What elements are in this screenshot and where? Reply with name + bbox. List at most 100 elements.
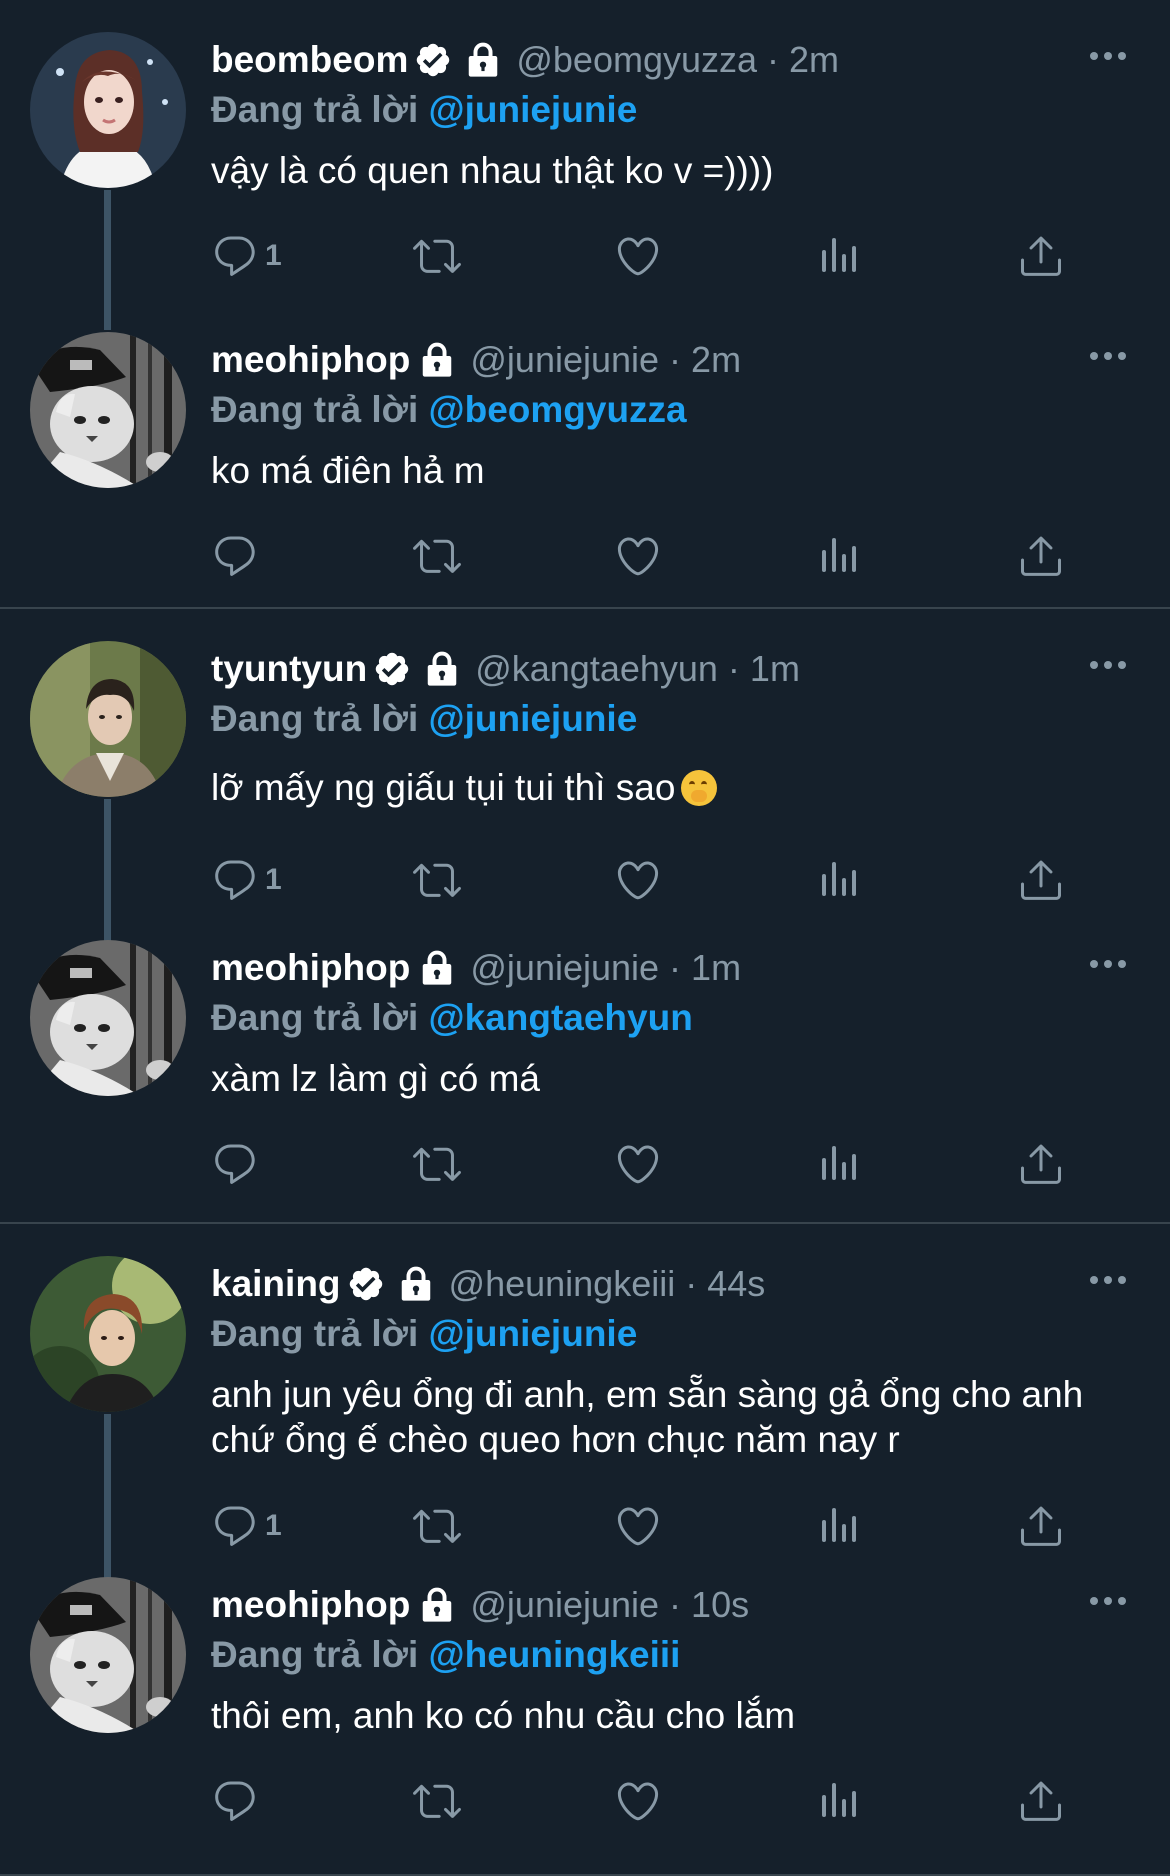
- tweet-text-container: lỡ mấy ng giấu tụi tui thì sao: [211, 765, 1130, 810]
- reply-icon: [211, 856, 259, 904]
- like-button[interactable]: [614, 232, 724, 280]
- reply-mention-link[interactable]: @heuningkeiii: [429, 1634, 681, 1675]
- more-options-icon[interactable]: [1086, 36, 1130, 76]
- reply-button[interactable]: [211, 532, 321, 580]
- analytics-button[interactable]: [816, 856, 926, 904]
- like-button[interactable]: [614, 1777, 724, 1825]
- display-name[interactable]: tyuntyun: [211, 648, 367, 690]
- reply-count: 1: [265, 863, 282, 896]
- more-options-icon[interactable]: [1086, 1581, 1130, 1621]
- retweet-button[interactable]: [413, 1140, 523, 1188]
- like-button[interactable]: [614, 1502, 724, 1550]
- retweet-button[interactable]: [413, 1502, 523, 1550]
- timestamp[interactable]: 10s: [691, 1584, 749, 1626]
- display-name[interactable]: kaining: [211, 1263, 341, 1305]
- reply-button[interactable]: 1: [211, 1502, 321, 1550]
- share-button[interactable]: [1017, 232, 1065, 280]
- retweet-icon: [413, 232, 461, 280]
- tweet[interactable]: meohiphop @juniejunie · 2m Đang trả lời …: [0, 300, 1170, 600]
- handle[interactable]: @juniejunie: [470, 339, 659, 381]
- timestamp[interactable]: 2m: [789, 39, 839, 81]
- retweet-button[interactable]: [413, 532, 523, 580]
- display-name[interactable]: meohiphop: [211, 947, 410, 989]
- analytics-button[interactable]: [816, 1502, 926, 1550]
- avatar[interactable]: [30, 32, 186, 188]
- share-button[interactable]: [1017, 1502, 1065, 1550]
- handle[interactable]: @beomgyuzza: [516, 39, 757, 81]
- like-button[interactable]: [614, 532, 724, 580]
- avatar[interactable]: [30, 332, 186, 488]
- verified-badge-icon: [414, 41, 452, 79]
- timestamp[interactable]: 44s: [707, 1263, 765, 1305]
- separator-dot: ·: [669, 947, 682, 988]
- lock-icon: [464, 41, 502, 79]
- avatar[interactable]: [30, 641, 186, 797]
- analytics-button[interactable]: [816, 232, 926, 280]
- retweet-button[interactable]: [413, 1777, 523, 1825]
- reply-button[interactable]: [211, 1777, 321, 1825]
- reply-button[interactable]: 1: [211, 232, 321, 280]
- timestamp[interactable]: 1m: [750, 648, 800, 690]
- share-button[interactable]: [1017, 1777, 1065, 1825]
- bar-chart-icon: [816, 856, 864, 904]
- lock-icon: [418, 1586, 456, 1624]
- reply-button[interactable]: [211, 1140, 321, 1188]
- reply-prefix: Đang trả lời: [211, 698, 429, 739]
- tweet[interactable]: meohiphop @juniejunie · 10s Đang trả lời…: [0, 1569, 1170, 1869]
- reply-prefix: Đang trả lời: [211, 1313, 429, 1354]
- avatar-cat-bw-icon: [30, 1577, 186, 1733]
- reply-prefix: Đang trả lời: [211, 1634, 429, 1675]
- share-button[interactable]: [1017, 532, 1065, 580]
- more-options-icon[interactable]: [1086, 1260, 1130, 1300]
- more-options-icon[interactable]: [1086, 944, 1130, 984]
- avatar[interactable]: [30, 1577, 186, 1733]
- like-button[interactable]: [614, 856, 724, 904]
- share-button[interactable]: [1017, 856, 1065, 904]
- retweet-button[interactable]: [413, 856, 523, 904]
- share-icon: [1017, 232, 1065, 280]
- reply-mention-link[interactable]: @kangtaehyun: [429, 997, 693, 1038]
- reply-mention-link[interactable]: @juniejunie: [429, 89, 638, 130]
- timestamp[interactable]: 2m: [691, 339, 741, 381]
- reply-context: Đang trả lời @beomgyuzza: [211, 386, 1130, 434]
- display-name[interactable]: meohiphop: [211, 339, 410, 381]
- reply-prefix: Đang trả lời: [211, 89, 429, 130]
- reply-context: Đang trả lời @heuningkeiii: [211, 1631, 1130, 1679]
- tweet[interactable]: meohiphop @juniejunie · 1m Đang trả lời …: [0, 924, 1170, 1224]
- separator-dot: ·: [767, 39, 780, 80]
- retweet-icon: [413, 1777, 461, 1825]
- separator-dot: ·: [669, 1584, 682, 1625]
- retweet-icon: [413, 532, 461, 580]
- display-name[interactable]: beombeom: [211, 39, 408, 81]
- reply-icon: [211, 532, 259, 580]
- timestamp[interactable]: 1m: [691, 947, 741, 989]
- reply-mention-link[interactable]: @beomgyuzza: [429, 389, 687, 430]
- tweet[interactable]: kaining @heuningkeiii · 44s Đang trả lời…: [0, 1224, 1170, 1569]
- reply-icon: [211, 1777, 259, 1825]
- share-button[interactable]: [1017, 1140, 1065, 1188]
- reply-mention-link[interactable]: @juniejunie: [429, 1313, 638, 1354]
- reply-mention-link[interactable]: @juniejunie: [429, 698, 638, 739]
- handle[interactable]: @heuningkeiii: [449, 1263, 676, 1305]
- handle[interactable]: @juniejunie: [470, 947, 659, 989]
- tweet[interactable]: tyuntyun @kangtaehyun · 1m Đang trả lời …: [0, 609, 1170, 924]
- analytics-button[interactable]: [816, 1140, 926, 1188]
- display-name[interactable]: meohiphop: [211, 1584, 410, 1626]
- like-button[interactable]: [614, 1140, 724, 1188]
- avatar-cat-bw-icon: [30, 332, 186, 488]
- retweet-button[interactable]: [413, 232, 523, 280]
- avatar[interactable]: [30, 1256, 186, 1412]
- handle[interactable]: @kangtaehyun: [475, 648, 718, 690]
- avatar[interactable]: [30, 940, 186, 1096]
- action-bar: [211, 532, 1065, 580]
- conversation-group: tyuntyun @kangtaehyun · 1m Đang trả lời …: [0, 609, 1170, 1224]
- analytics-button[interactable]: [816, 1777, 926, 1825]
- reply-button[interactable]: 1: [211, 856, 321, 904]
- heart-icon: [614, 232, 662, 280]
- tweet[interactable]: beombeom @beomgyuzza · 2m Đang trả lời @…: [0, 0, 1170, 300]
- more-options-icon[interactable]: [1086, 336, 1130, 376]
- more-options-icon[interactable]: [1086, 645, 1130, 685]
- handle[interactable]: @juniejunie: [470, 1584, 659, 1626]
- lock-icon: [423, 650, 461, 688]
- analytics-button[interactable]: [816, 532, 926, 580]
